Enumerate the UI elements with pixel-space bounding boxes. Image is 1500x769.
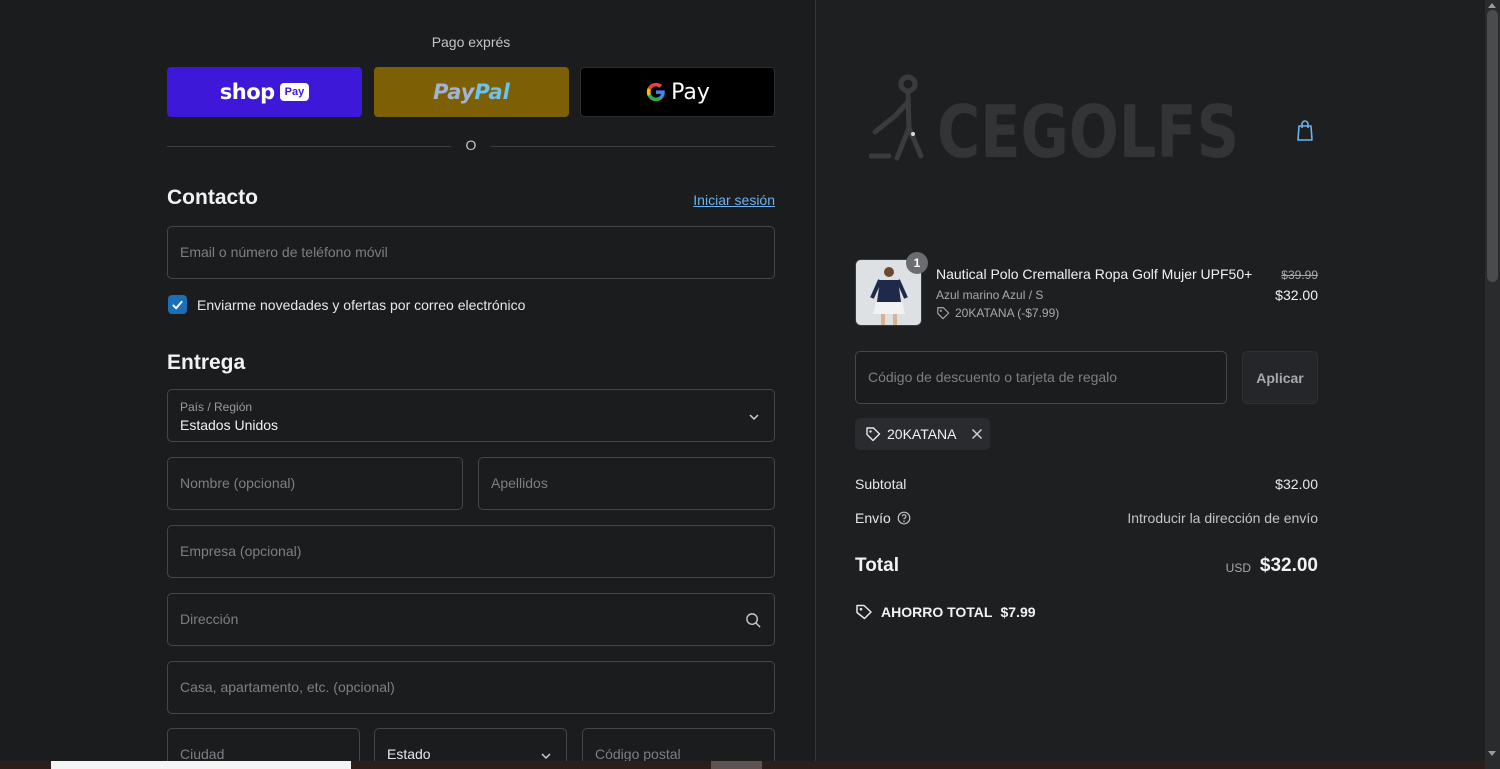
shipping-row-label: Envío [855, 510, 911, 526]
subtotal-value: $32.00 [1275, 476, 1318, 492]
shipping-value: Introducir la dirección de envío [1127, 510, 1318, 526]
bottom-strip [0, 761, 1485, 769]
shop-pay-button[interactable]: shop Pay [167, 67, 362, 117]
shop-pay-logo: shop [219, 80, 275, 104]
zip-placeholder: Código postal [595, 746, 681, 762]
country-select[interactable]: País / Región Estados Unidos [167, 389, 775, 442]
check-icon [172, 300, 183, 310]
google-pay-label: Pay [671, 79, 710, 105]
shipping-label: Envío [855, 510, 891, 526]
tag-icon [856, 604, 872, 620]
scroll-down-arrow[interactable] [1488, 751, 1496, 756]
applied-discount-code: 20KATANA [887, 426, 957, 442]
first-name-field[interactable]: Nombre (opcional) [167, 457, 463, 510]
email-placeholder: Email o número de teléfono móvil [180, 244, 388, 260]
last-name-field[interactable]: Apellidos [478, 457, 775, 510]
newsletter-checkbox[interactable] [168, 295, 187, 314]
company-field[interactable]: Empresa (opcional) [167, 525, 775, 578]
quantity-badge: 1 [906, 252, 928, 274]
express-checkout-title: Pago exprés [431, 34, 511, 50]
search-icon [746, 613, 761, 628]
paypal-button[interactable]: PayPal [374, 67, 569, 117]
subtotal-label: Subtotal [855, 476, 907, 492]
savings-label: AHORRO TOTAL [881, 604, 993, 620]
address-field[interactable]: Dirección [167, 593, 775, 646]
page-scrollbar[interactable] [1485, 0, 1500, 769]
applied-discount-chip: 20KATANA [855, 418, 990, 450]
chevron-down-icon [541, 753, 551, 760]
city-placeholder: Ciudad [180, 746, 225, 762]
email-field[interactable]: Email o número de teléfono móvil [167, 226, 775, 279]
help-icon[interactable] [897, 511, 911, 525]
google-pay-button[interactable]: Pay [580, 67, 775, 117]
paypal-logo: PayPal [433, 80, 510, 104]
product-old-price: $39.99 [1281, 268, 1318, 282]
tag-icon [866, 427, 881, 442]
checkout-form-panel: Pago exprés shop Pay PayPal Pay O Contac… [0, 0, 815, 769]
total-value: $32.00 [1259, 555, 1318, 576]
discount-code-placeholder: Código de descuento o tarjeta de regalo [868, 369, 1118, 385]
google-g-icon [646, 82, 665, 102]
product-discount: 20KATANA (-$7.99) [936, 306, 1059, 320]
product-discount-text: 20KATANA (-$7.99) [955, 306, 1060, 320]
scrollbar-thumb[interactable] [1487, 10, 1498, 282]
scroll-up-arrow[interactable] [1488, 3, 1496, 8]
total-savings: AHORRO TOTAL $7.99 [855, 603, 1036, 621]
address-placeholder: Dirección [180, 611, 239, 627]
contact-title: Contacto [167, 186, 258, 209]
product-name: Nautical Polo Cremallera Ropa Golf Mujer… [936, 266, 1253, 282]
discount-code-field[interactable]: Código de descuento o tarjeta de regalo [855, 351, 1227, 404]
shop-pay-badge: Pay [279, 83, 310, 101]
first-name-placeholder: Nombre (opcional) [180, 475, 296, 491]
newsletter-label: Enviarme novedades y ofertas por correo … [197, 297, 526, 313]
company-placeholder: Empresa (opcional) [180, 543, 302, 559]
bottom-strip-grey [711, 761, 762, 769]
chevron-down-icon [749, 414, 759, 421]
apartment-field[interactable]: Casa, apartamento, etc. (opcional) [167, 661, 775, 714]
divider-or-text: O [465, 137, 477, 153]
state-value: Estado [387, 746, 431, 762]
total-currency: USD [1225, 561, 1251, 575]
delivery-title: Entrega [167, 351, 246, 374]
product-variant: Azul marino Azul / S [936, 288, 1044, 302]
apartment-placeholder: Casa, apartamento, etc. (opcional) [180, 679, 395, 695]
country-label: País / Región [180, 400, 253, 414]
remove-discount-icon[interactable] [971, 428, 983, 440]
divider-right [491, 146, 775, 147]
apply-discount-button[interactable]: Aplicar [1242, 351, 1318, 404]
login-link[interactable]: Iniciar sesión [640, 192, 775, 208]
savings-value: $7.99 [1000, 604, 1036, 620]
bottom-strip-white [51, 761, 351, 769]
store-logo[interactable]: CEGOLFS [868, 72, 1241, 174]
tag-icon [937, 307, 950, 320]
product-price: $32.00 [1275, 287, 1318, 303]
shopping-bag-icon[interactable] [1295, 119, 1315, 143]
divider-left [167, 146, 451, 147]
logo-text: CEGOLFS [937, 90, 1239, 162]
last-name-placeholder: Apellidos [491, 475, 548, 491]
total-label: Total [855, 555, 899, 576]
country-value: Estados Unidos [180, 417, 279, 433]
